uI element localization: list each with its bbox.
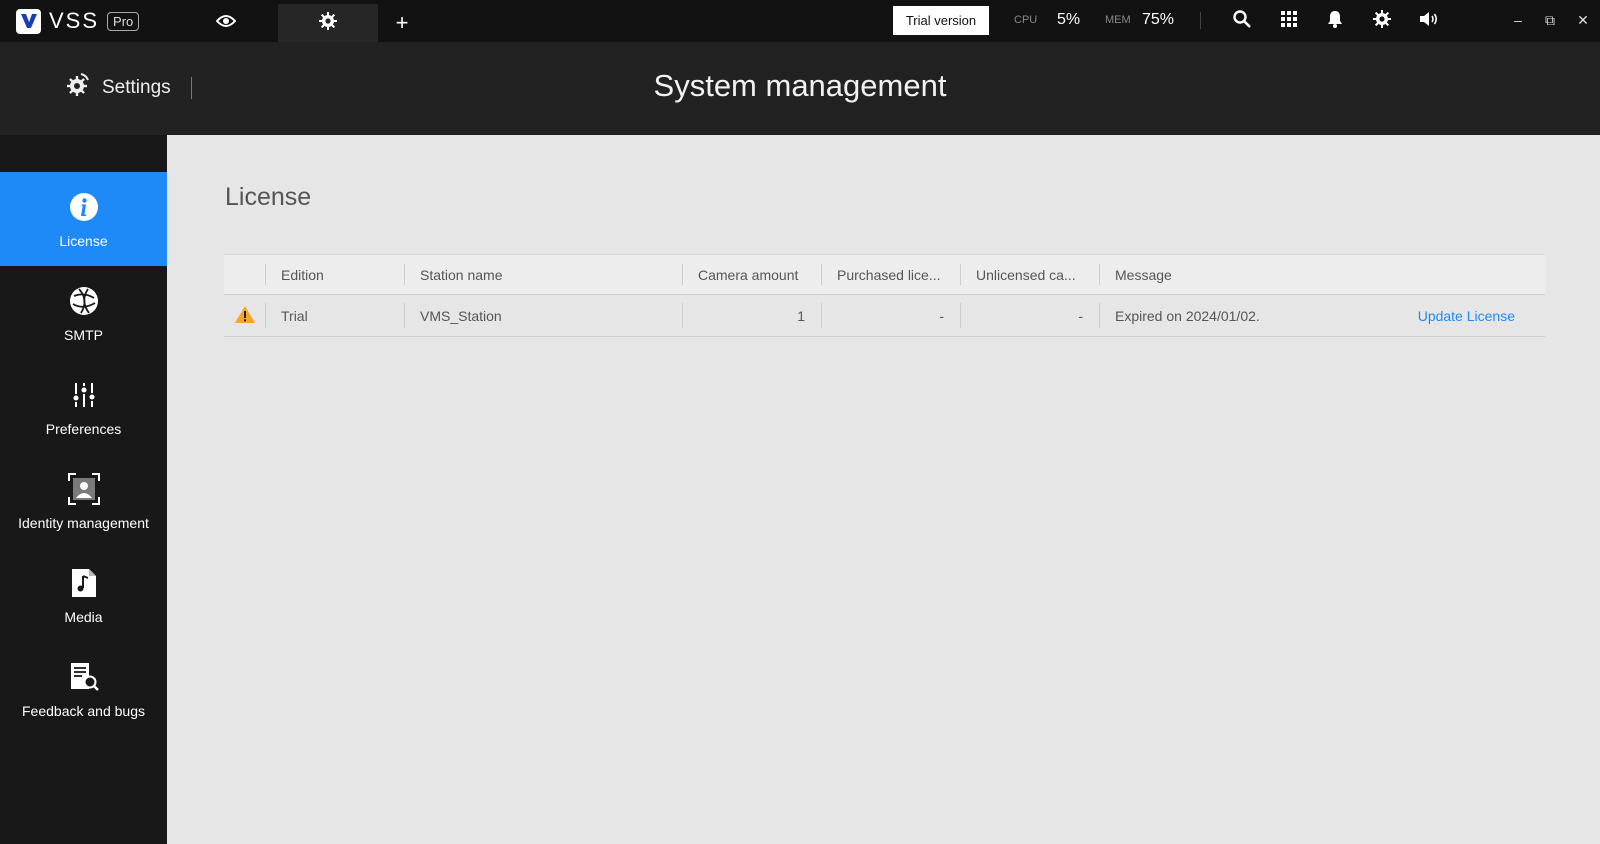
- table-header: Edition Station name Camera amount Purch…: [224, 254, 1545, 295]
- close-button[interactable]: ✕: [1573, 10, 1593, 30]
- grid-icon: [1281, 10, 1297, 32]
- identity-icon: [67, 472, 101, 506]
- sidebar-item-smtp[interactable]: SMTP: [0, 266, 167, 360]
- system-settings-button[interactable]: [1370, 9, 1394, 33]
- sidebar-item-media[interactable]: Media: [0, 548, 167, 642]
- top-bar: VSS Pro + Trial version CPU 5% MEM 75% –…: [0, 0, 1600, 42]
- message-cell: Expired on 2024/01/02. Update License: [1099, 295, 1545, 336]
- camera-amount-cell: 1: [682, 295, 821, 336]
- search-icon: [1233, 9, 1251, 33]
- layout-button[interactable]: [1277, 9, 1301, 33]
- sidebar-item-identity-management[interactable]: Identity management: [0, 454, 167, 548]
- vivotek-logo-icon: [16, 8, 41, 34]
- restore-button[interactable]: ⧉: [1540, 10, 1560, 30]
- search-button[interactable]: [1230, 9, 1254, 33]
- plus-icon: +: [395, 10, 409, 35]
- trial-version-button[interactable]: Trial version: [893, 6, 989, 35]
- sidebar-item-label: Media: [64, 608, 103, 625]
- settings-icon: [1373, 9, 1391, 33]
- add-tab-button[interactable]: +: [380, 4, 424, 42]
- main-content: License Edition Station name Camera amou…: [167, 135, 1600, 844]
- tab-liveview[interactable]: [196, 4, 256, 42]
- bell-icon: [1327, 10, 1343, 33]
- sidebar-item-preferences[interactable]: Preferences: [0, 360, 167, 454]
- app-name: VSS: [49, 8, 100, 33]
- sidebar-item-license[interactable]: License: [0, 172, 167, 266]
- status-cell: [224, 295, 265, 336]
- page-title: System management: [653, 68, 947, 103]
- sidebar-item-label: Preferences: [45, 420, 122, 437]
- minimize-button[interactable]: –: [1508, 10, 1528, 30]
- toolbar-divider: [1200, 12, 1201, 29]
- notifications-button[interactable]: [1323, 9, 1347, 33]
- warning-icon: [234, 305, 256, 327]
- sidebar-item-label: SMTP: [64, 326, 103, 343]
- gear-icon: [319, 11, 337, 35]
- sidebar: License SMTP Preferences Identity manage…: [0, 135, 167, 844]
- speaker-icon: [1419, 11, 1439, 32]
- column-header-message[interactable]: Message: [1099, 255, 1545, 294]
- table-row[interactable]: Trial VMS_Station 1 - - Expired on 2024/…: [224, 295, 1545, 337]
- message-text: Expired on 2024/01/02.: [1115, 307, 1260, 324]
- app-badge: Pro: [107, 11, 140, 31]
- feedback-icon: [67, 660, 101, 694]
- mem-label: MEM: [1105, 14, 1131, 26]
- mem-value: 75%: [1142, 11, 1175, 28]
- column-header-unlicensed-cameras[interactable]: Unlicensed ca...: [960, 255, 1099, 294]
- tab-settings[interactable]: [278, 4, 378, 42]
- eye-icon: [215, 14, 237, 33]
- page-header: Settings System management: [0, 42, 1600, 135]
- info-icon: [67, 190, 101, 224]
- column-header-camera-amount[interactable]: Camera amount: [682, 255, 821, 294]
- sidebar-item-label: License: [59, 232, 108, 249]
- license-table: Edition Station name Camera amount Purch…: [224, 254, 1545, 337]
- sliders-icon: [67, 378, 101, 412]
- edition-cell: Trial: [265, 295, 404, 336]
- sidebar-item-label: Feedback and bugs: [22, 702, 145, 719]
- column-header-edition[interactable]: Edition: [265, 255, 404, 294]
- globe-icon: [67, 284, 101, 318]
- cpu-value: 5%: [1057, 11, 1081, 28]
- station-name-cell: VMS_Station: [404, 295, 682, 336]
- sidebar-item-label: Identity management: [18, 514, 149, 531]
- update-license-link[interactable]: Update License: [1418, 308, 1515, 324]
- purchased-licenses-cell: -: [821, 295, 960, 336]
- column-header-station-name[interactable]: Station name: [404, 255, 682, 294]
- media-file-icon: [67, 566, 101, 600]
- volume-button[interactable]: [1417, 9, 1441, 33]
- section-title: License: [225, 183, 312, 211]
- column-header-purchased-licenses[interactable]: Purchased lice...: [821, 255, 960, 294]
- app-logo: VSS Pro: [16, 8, 140, 34]
- unlicensed-cameras-cell: -: [960, 295, 1099, 336]
- sidebar-item-feedback-and-bugs[interactable]: Feedback and bugs: [0, 642, 167, 736]
- column-header-status: [224, 255, 265, 294]
- cpu-label: CPU: [1014, 14, 1038, 26]
